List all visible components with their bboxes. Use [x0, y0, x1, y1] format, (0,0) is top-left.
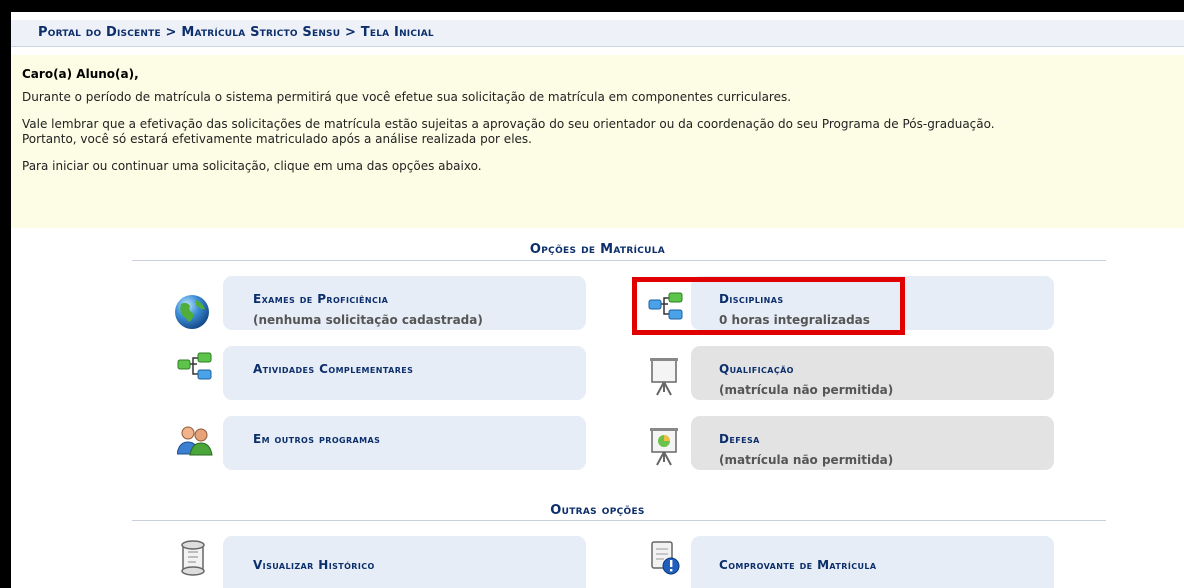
page-frame: Portal do Discente > Matrícula Stricto S… [11, 12, 1184, 588]
option-title-qualificacao: Qualificação [719, 362, 794, 376]
document-alert-icon [649, 540, 681, 580]
presentation-board-icon [649, 358, 679, 400]
section-title-opcoes: Opções de Matrícula [529, 242, 666, 257]
section-title-outras: Outras opções [550, 503, 645, 518]
option-title-exames[interactable]: Exames de Proficiência [253, 292, 388, 306]
highlight-box [632, 277, 905, 335]
notice-line-2b: Portanto, você só estará efetivamente ma… [22, 132, 532, 146]
breadcrumb-bar: Portal do Discente > Matrícula Stricto S… [11, 20, 1184, 47]
option-title-defesa: Defesa [719, 432, 760, 446]
users-icon [176, 424, 213, 460]
option-title-outros[interactable]: Em outros programas [253, 432, 380, 446]
option-sub-exames: (nenhuma solicitação cadastrada) [253, 313, 483, 327]
section-divider [132, 260, 1106, 261]
notice-line-3: Para iniciar ou continuar uma solicitaçã… [22, 159, 482, 173]
option-sub-defesa: (matrícula não permitida) [719, 453, 894, 467]
notice-line-1: Durante o período de matrícula o sistema… [22, 90, 792, 104]
option-title-atividades[interactable]: Atividades Complementares [253, 362, 413, 376]
breadcrumb: Portal do Discente > Matrícula Stricto S… [38, 25, 434, 40]
presentation-chart-icon [649, 428, 679, 470]
notice-greeting: Caro(a) Aluno(a), [22, 67, 139, 81]
notice-box: Caro(a) Aluno(a), Durante o período de m… [11, 55, 1184, 228]
tree-structure-icon [177, 352, 213, 388]
option-sub-qualificacao: (matrícula não permitida) [719, 383, 894, 397]
option-title-historico[interactable]: Visualizar Histórico [253, 558, 375, 572]
globe-icon [174, 294, 210, 334]
notice-line-2a: Vale lembrar que a efetivação das solici… [22, 117, 995, 131]
scroll-icon [178, 540, 208, 580]
option-title-comprovante[interactable]: Comprovante de Matrícula [719, 558, 876, 572]
section-divider [132, 520, 1106, 521]
